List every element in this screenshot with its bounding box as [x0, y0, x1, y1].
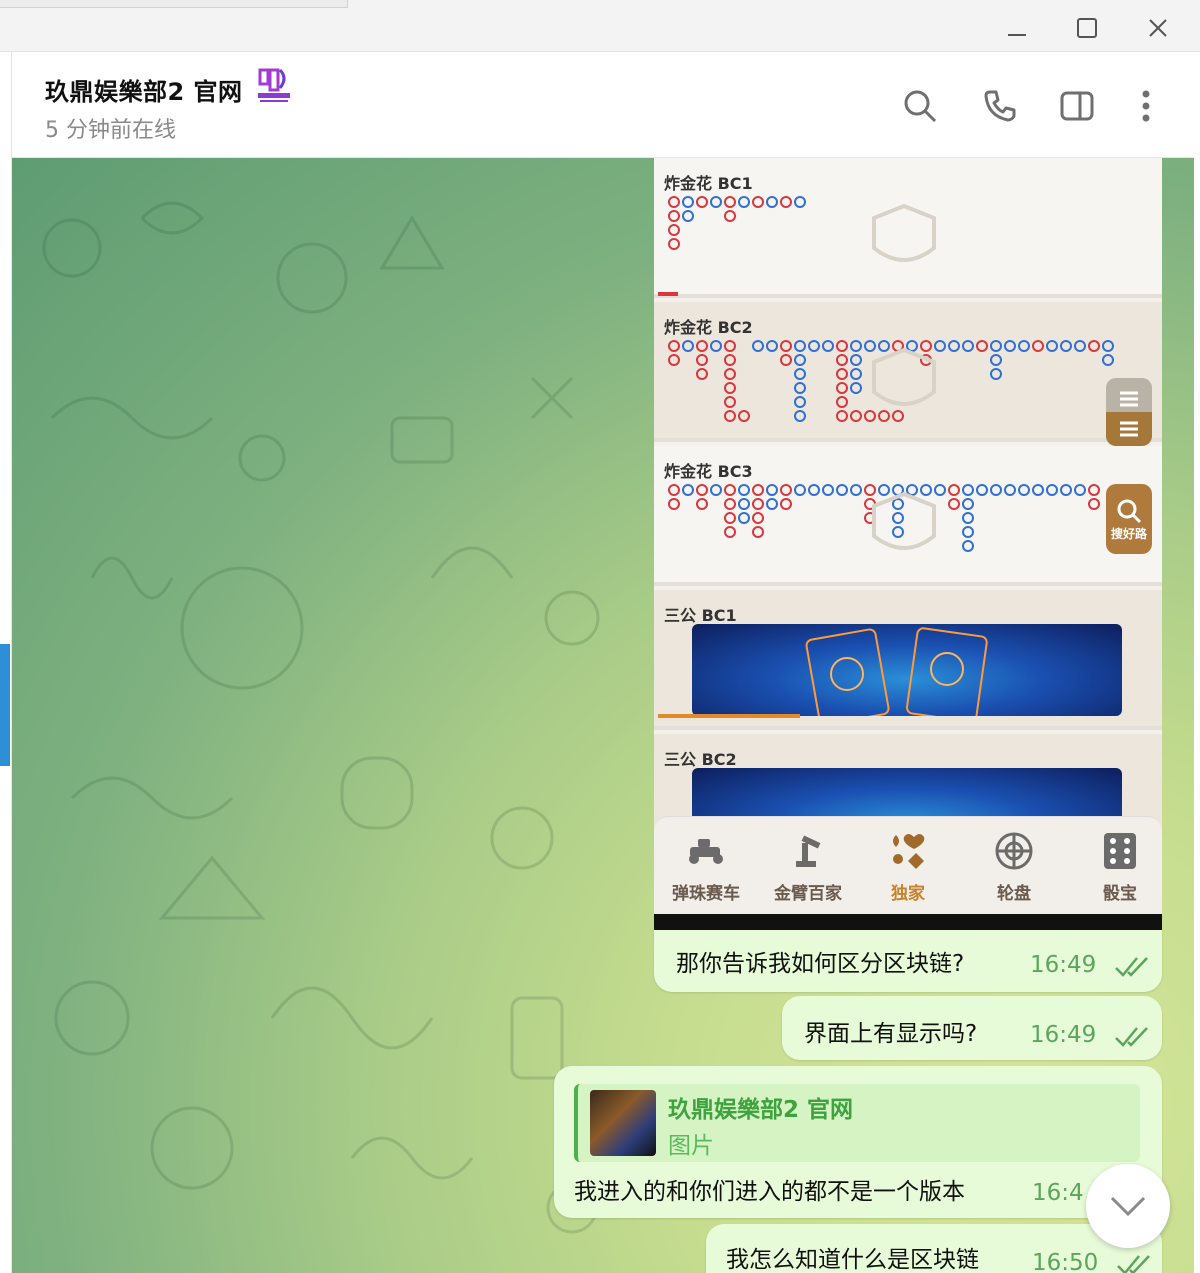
tab-marble-racing[interactable]: 弹珠赛车 [656, 817, 756, 915]
tab-robot-baccarat[interactable]: 金臂百家 [758, 817, 858, 915]
road-card-bc3[interactable]: 炸金花 BC3 [654, 446, 1162, 586]
active-chat-indicator [0, 644, 10, 766]
double-check-icon [1117, 1255, 1150, 1273]
sidebar-toggle-icon[interactable] [1057, 86, 1097, 126]
bead-road-icon [668, 340, 1114, 422]
race-car-icon [689, 839, 723, 864]
sangong-card-bc1[interactable]: 三公 BC1 [654, 590, 1162, 730]
message-bubble[interactable]: 界面上有显示吗? 16:49 [782, 996, 1162, 1060]
reply-sender-name: 玖鼎娱樂部2 官网 [668, 1097, 854, 1123]
reply-preview[interactable]: 玖鼎娱樂部2 官网 图片 [574, 1084, 1140, 1162]
message-time: 16:4 [1032, 1180, 1084, 1206]
bead-road-icon [668, 484, 1100, 552]
maximize-icon[interactable] [1065, 10, 1109, 46]
search-icon[interactable] [900, 86, 940, 126]
message-time: 16:49 [1030, 952, 1097, 978]
sangong-banner-image [692, 624, 1122, 716]
chat-status: 5 分钟前在线 [45, 118, 176, 143]
double-check-icon [1115, 957, 1148, 977]
tab-label: 骰宝 [1103, 884, 1137, 904]
road-card-bc2[interactable]: 炸金花 BC2 [654, 302, 1162, 442]
minimize-icon[interactable] [995, 10, 1039, 46]
close-icon[interactable] [1136, 10, 1180, 46]
window-titlebar [0, 0, 1200, 52]
list-menu-button[interactable] [1106, 378, 1152, 446]
message-text: 我怎么知道什么是区块链 [726, 1247, 979, 1273]
game-category-tabbar: 弹珠赛车 金臂百家 独家 轮盘 骰宝 [654, 816, 1162, 914]
chat-area[interactable]: 炸金花 BC1 炸金花 BC2 炸金花 BC3 搜好路 三公 BC1 三公 BC… [12, 158, 1194, 1273]
tab-label: 弹珠赛车 [672, 884, 740, 904]
phone-icon[interactable] [980, 86, 1020, 126]
group-logo-icon [254, 64, 294, 104]
list-menu-icon [1120, 391, 1138, 437]
panel-bottom-bar [654, 914, 1162, 930]
bead-road-icon [668, 196, 936, 262]
window-right-edge [1194, 52, 1200, 1273]
chevron-down-icon [1110, 1196, 1146, 1217]
game-roadmap-panel[interactable]: 炸金花 BC1 炸金花 BC2 炸金花 BC3 搜好路 三公 BC1 三公 BC… [654, 158, 1162, 930]
reply-preview-text: 图片 [668, 1133, 714, 1159]
search-road-button[interactable]: 搜好路 [1106, 484, 1152, 554]
titlebar-tab-edge [0, 0, 348, 8]
more-vertical-icon[interactable] [1126, 86, 1166, 126]
message-time: 16:49 [1030, 1022, 1097, 1048]
message-text: 我进入的和你们进入的都不是一个版本 [574, 1179, 965, 1205]
tab-label: 独家 [891, 884, 925, 904]
search-road-label: 搜好路 [1110, 526, 1147, 541]
sangong-title: 三公 BC1 [664, 606, 737, 625]
road-progress [658, 292, 678, 296]
search-icon [1117, 499, 1142, 523]
chat-header[interactable]: 玖鼎娱樂部2 官网 5 分钟前在线 [12, 52, 1194, 158]
message-bubble[interactable]: 那你告诉我如何区分区块链? 16:49 [654, 930, 1162, 992]
message-time: 16:50 [1032, 1250, 1099, 1273]
tab-exclusive[interactable]: 独家 [858, 817, 958, 915]
double-check-icon [1115, 1027, 1148, 1047]
robot-arm-icon [796, 835, 821, 867]
road-card-bc1[interactable]: 炸金花 BC1 [654, 158, 1162, 298]
message-text: 界面上有显示吗? [804, 1021, 978, 1047]
tab-label: 轮盘 [997, 884, 1031, 904]
tab-roulette[interactable]: 轮盘 [964, 817, 1064, 915]
dice-icon [1104, 833, 1136, 869]
chat-title[interactable]: 玖鼎娱樂部2 官网 [45, 72, 243, 107]
telegram-window: 玖鼎娱樂部2 官网 5 分钟前在线 炸金花 BC1 炸金花 BC2 炸金花 BC… [0, 0, 1200, 1273]
message-text: 那你告诉我如何区分区块链? [676, 951, 965, 977]
sangong-progress [658, 714, 800, 718]
scroll-to-bottom-button[interactable] [1086, 1164, 1170, 1248]
sidebar-edge [0, 52, 12, 1273]
sangong-title: 三公 BC2 [664, 750, 737, 769]
card-suits-icon [893, 834, 925, 869]
reply-thumbnail-image [590, 1090, 656, 1156]
tab-label: 金臂百家 [774, 884, 842, 904]
roulette-icon [995, 832, 1033, 870]
message-bubble-reply[interactable]: 玖鼎娱樂部2 官网 图片 我进入的和你们进入的都不是一个版本 16:4 [554, 1066, 1162, 1218]
tab-sicbo[interactable]: 骰宝 [1070, 817, 1170, 915]
